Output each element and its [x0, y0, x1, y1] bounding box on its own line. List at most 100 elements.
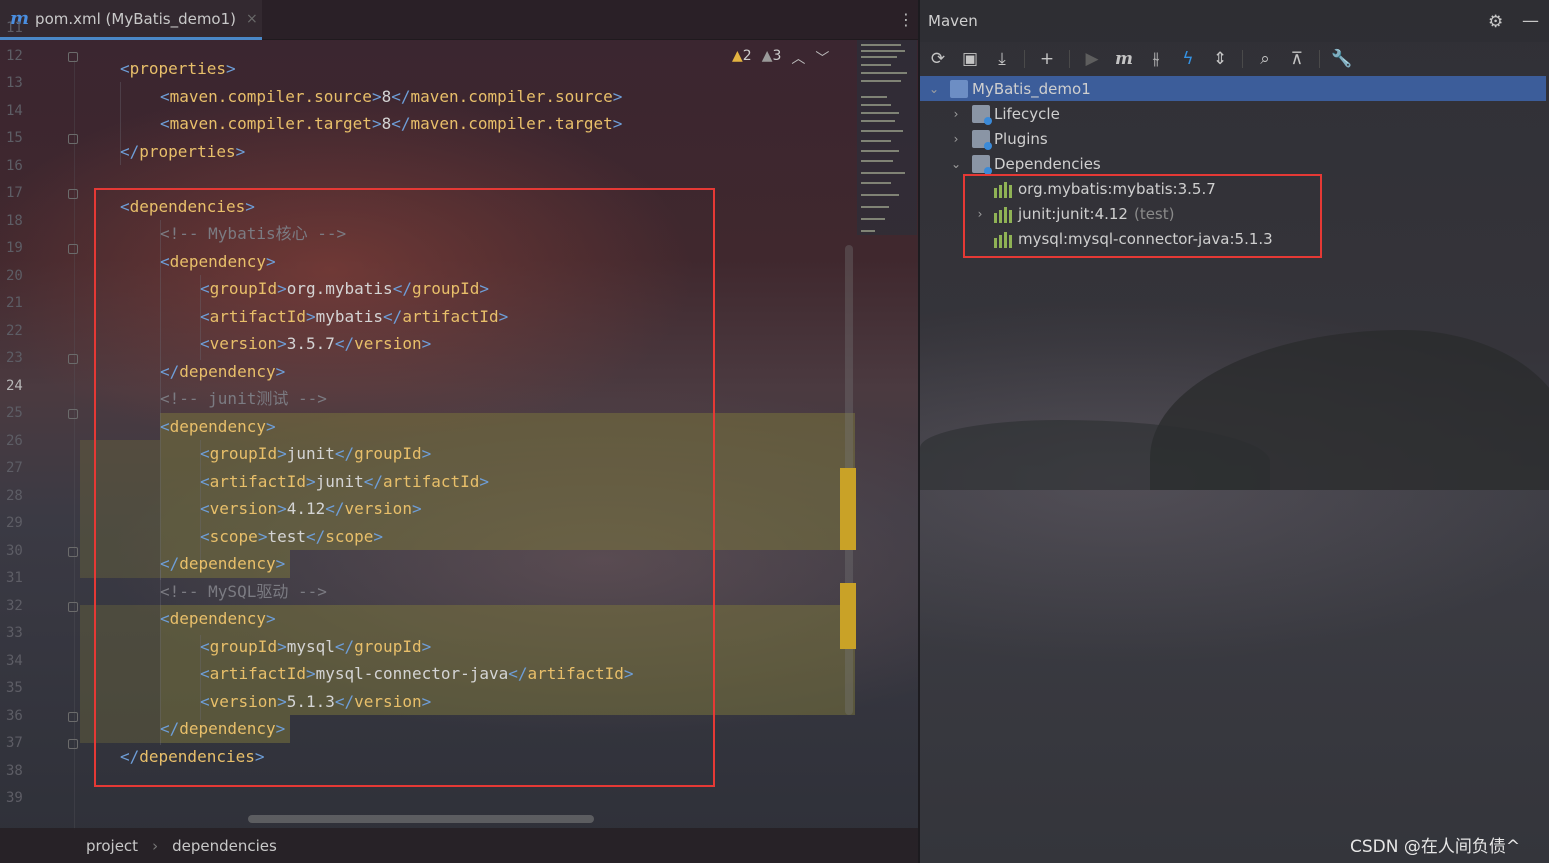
- warnings-count[interactable]: ▲2: [732, 48, 752, 68]
- line-number: 12: [6, 48, 23, 64]
- collapse-all-icon[interactable]: ⇕: [1210, 49, 1230, 69]
- line-number: 16: [6, 158, 23, 174]
- fold-marker-icon[interactable]: [68, 602, 78, 612]
- indent-guide: [120, 82, 121, 165]
- code-line[interactable]: <maven.compiler.source>8</maven.compiler…: [160, 83, 622, 110]
- code-minimap[interactable]: [857, 40, 917, 235]
- error-stripe-marker[interactable]: [840, 583, 856, 649]
- generate-sources-icon[interactable]: ▣: [960, 49, 980, 69]
- fold-marker-icon[interactable]: [68, 134, 78, 144]
- line-number: 17: [6, 185, 23, 201]
- line-number: 34: [6, 653, 23, 669]
- line-number: 24: [6, 378, 23, 394]
- run-icon[interactable]: ▶: [1082, 49, 1102, 69]
- dependencies-folder-icon: [972, 154, 992, 175]
- next-highlight-icon[interactable]: ﹀: [815, 48, 829, 68]
- reload-icon[interactable]: ⟳: [928, 49, 948, 69]
- toolbar-separator: [1242, 50, 1243, 68]
- error-stripe-marker[interactable]: [840, 468, 856, 550]
- line-number: 36: [6, 708, 23, 724]
- prev-highlight-icon[interactable]: ︿: [791, 48, 805, 68]
- line-number: 37: [6, 735, 23, 751]
- lifecycle-label: Lifecycle: [994, 104, 1060, 123]
- tree-item-project[interactable]: ⌄ MyBatis_demo1: [920, 76, 1546, 101]
- toggle-offline-icon[interactable]: ⫳: [1146, 49, 1166, 69]
- line-number: 19: [6, 240, 23, 256]
- annotation-box-dependencies: [94, 188, 715, 787]
- fold-marker-icon[interactable]: [68, 189, 78, 199]
- tree-item-lifecycle[interactable]: › Lifecycle: [948, 101, 1060, 126]
- skip-tests-icon[interactable]: ϟ: [1178, 49, 1198, 69]
- maven-toolbar: ⟳ ▣ ⤓ + ▶ m ⫳ ϟ ⇕ ⌕ ⊼ 🔧: [920, 42, 1549, 76]
- inspection-widget[interactable]: ▲2 ▲3 ︿ ﹀: [732, 48, 829, 68]
- code-line[interactable]: <properties>: [120, 55, 236, 82]
- code-line[interactable]: </properties>: [120, 138, 245, 165]
- lifecycle-folder-icon: [972, 104, 992, 125]
- fold-marker-icon[interactable]: [68, 52, 78, 62]
- expand-icon[interactable]: ⊼: [1287, 49, 1307, 69]
- toolbar-separator: [1319, 50, 1320, 68]
- line-number: 31: [6, 570, 23, 586]
- line-number: 29: [6, 515, 23, 531]
- line-number: 22: [6, 323, 23, 339]
- fold-marker-icon[interactable]: [68, 354, 78, 364]
- fold-marker-icon[interactable]: [68, 739, 78, 749]
- fold-marker-icon[interactable]: [68, 244, 78, 254]
- breadcrumb: project › dependencies: [0, 828, 920, 863]
- watermark: CSDN @在人间负债^: [1350, 837, 1521, 857]
- chevron-right-icon[interactable]: ›: [948, 132, 964, 146]
- fold-marker-icon[interactable]: [68, 712, 78, 722]
- more-vert-icon[interactable]: ⋮: [898, 10, 914, 29]
- fold-marker-icon[interactable]: [68, 409, 78, 419]
- line-number: 39: [6, 790, 23, 806]
- code-line[interactable]: <maven.compiler.target>8</maven.compiler…: [160, 110, 622, 137]
- annotation-box-maven-deps: [963, 174, 1322, 258]
- tab-title: pom.xml (MyBatis_demo1): [35, 9, 237, 28]
- line-number: 21: [6, 295, 23, 311]
- line-number: 13: [6, 75, 23, 91]
- toolbar-separator: [1069, 50, 1070, 68]
- tab-pom-xml[interactable]: m pom.xml (MyBatis_demo1) ×: [0, 0, 262, 40]
- line-number: 15: [6, 130, 23, 146]
- maven-project-icon: [950, 79, 968, 98]
- chevron-down-icon[interactable]: ⌄: [948, 157, 964, 171]
- line-number: 18: [6, 213, 23, 229]
- weak-warnings-count[interactable]: ▲3: [762, 48, 782, 68]
- breadcrumb-dependencies[interactable]: dependencies: [172, 837, 277, 855]
- weak-warning-icon: ▲: [761, 48, 773, 64]
- horizontal-scrollbar[interactable]: [248, 815, 594, 823]
- panel-divider[interactable]: [918, 0, 920, 863]
- line-number: 35: [6, 680, 23, 696]
- line-number: 27: [6, 460, 23, 476]
- minimize-icon[interactable]: —: [1522, 11, 1539, 31]
- warning-icon: ▲: [732, 48, 743, 64]
- line-number: 30: [6, 543, 23, 559]
- plugins-folder-icon: [972, 129, 992, 150]
- execute-goal-icon[interactable]: m: [1114, 49, 1134, 69]
- line-number: 38: [6, 763, 23, 779]
- add-icon[interactable]: +: [1037, 49, 1057, 69]
- line-number: 14: [6, 103, 23, 119]
- dependencies-label: Dependencies: [994, 154, 1101, 173]
- close-icon[interactable]: ×: [246, 11, 258, 27]
- line-number: 26: [6, 433, 23, 449]
- chevron-down-icon[interactable]: ⌄: [926, 82, 942, 96]
- project-label: MyBatis_demo1: [972, 79, 1091, 98]
- download-icon[interactable]: ⤓: [992, 49, 1012, 69]
- editor-tab-bar: m pom.xml (MyBatis_demo1) × ⋮: [0, 0, 920, 40]
- maven-panel-header: Maven: [920, 0, 1549, 42]
- show-dependencies-icon[interactable]: ⌕: [1255, 49, 1275, 69]
- chevron-right-icon[interactable]: ›: [948, 107, 964, 121]
- line-number: 23: [6, 350, 23, 366]
- breadcrumb-separator: ›: [152, 836, 159, 855]
- toolbar-separator: [1024, 50, 1025, 68]
- tree-item-plugins[interactable]: › Plugins: [948, 126, 1048, 151]
- line-number: 20: [6, 268, 23, 284]
- breadcrumb-project[interactable]: project: [86, 837, 138, 855]
- maven-panel-title: Maven: [928, 12, 978, 30]
- fold-marker-icon[interactable]: [68, 547, 78, 557]
- settings-wrench-icon[interactable]: 🔧: [1331, 49, 1352, 69]
- gear-icon[interactable]: ⚙: [1488, 12, 1503, 32]
- tree-item-dependencies[interactable]: ⌄ Dependencies: [948, 151, 1101, 176]
- line-number: 33: [6, 625, 23, 641]
